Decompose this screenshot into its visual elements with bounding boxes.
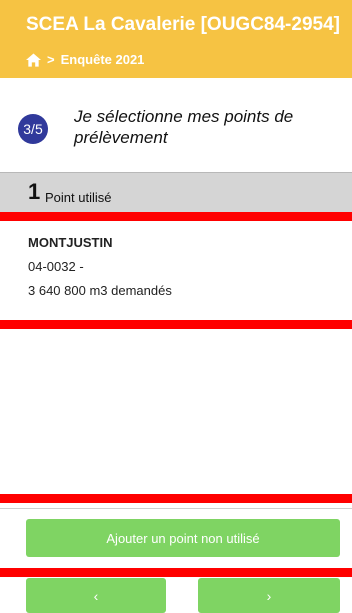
breadcrumb: > Enquête 2021 <box>26 52 144 67</box>
step-indicator: 3/5 Je sélectionne mes points de prélève… <box>0 96 352 156</box>
page-title: SCEA La Cavalerie [OUGC84-2954] <box>26 14 340 35</box>
used-points-label: Point utilisé <box>45 190 112 205</box>
next-button[interactable]: › <box>198 578 340 613</box>
previous-button[interactable]: ‹ <box>26 578 166 613</box>
highlight-line <box>0 212 352 221</box>
point-volume: 3 640 800 m3 demandés <box>28 283 172 298</box>
divider <box>0 508 352 509</box>
list-item[interactable]: MONTJUSTIN 04-0032 - 3 640 800 m3 demand… <box>0 221 352 320</box>
breadcrumb-separator: > <box>47 52 55 67</box>
app-header: SCEA La Cavalerie [OUGC84-2954] > Enquêt… <box>0 0 352 78</box>
highlight-line <box>0 568 352 577</box>
home-icon[interactable] <box>26 52 41 67</box>
add-unused-point-button[interactable]: Ajouter un point non utilisé <box>26 519 340 557</box>
used-points-header: 1 Point utilisé <box>0 172 352 212</box>
used-points-count: 1 <box>28 179 41 204</box>
highlight-line <box>0 320 352 329</box>
point-code: 04-0032 - <box>28 259 84 274</box>
highlight-line <box>0 494 352 503</box>
step-badge: 3/5 <box>18 114 48 144</box>
step-title: Je sélectionne mes points de prélèvement <box>74 107 294 147</box>
breadcrumb-item-enquete[interactable]: Enquête 2021 <box>61 52 145 67</box>
point-name: MONTJUSTIN <box>28 235 113 250</box>
